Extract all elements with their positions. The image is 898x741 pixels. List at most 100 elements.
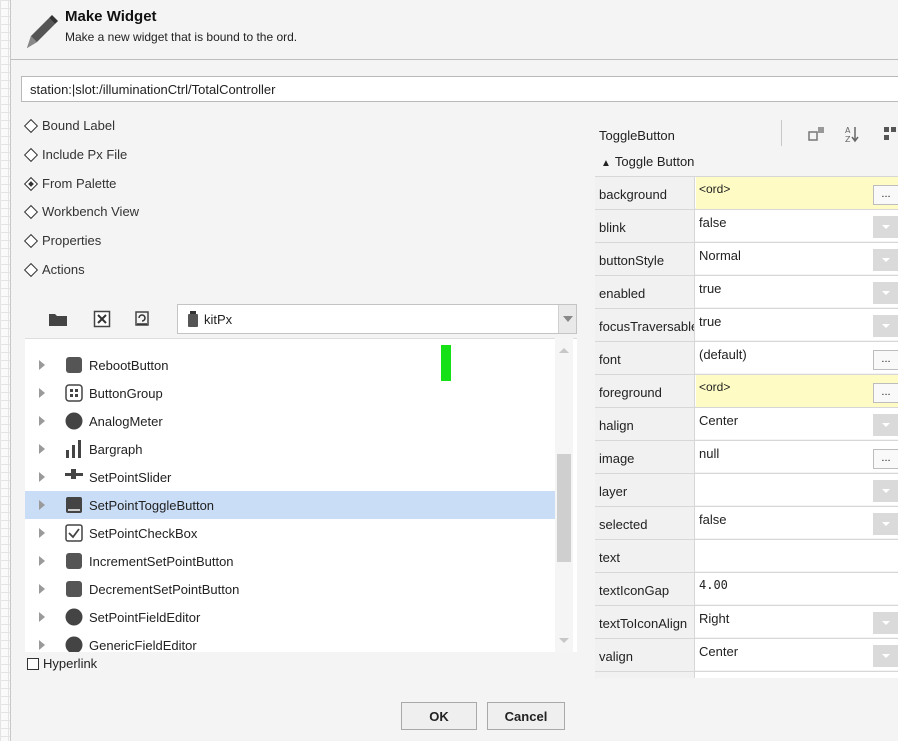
option-from-palette[interactable]: From Palette bbox=[23, 176, 116, 196]
ellipsis-button[interactable]: ... bbox=[873, 185, 898, 205]
cancel-button[interactable]: Cancel bbox=[487, 702, 565, 730]
tree-row-selected[interactable]: SetPointToggleButton bbox=[25, 491, 555, 519]
option-label: Properties bbox=[42, 233, 102, 248]
property-value[interactable]: null... bbox=[696, 441, 898, 473]
ok-button[interactable]: OK bbox=[401, 702, 477, 730]
property-value[interactable]: Center bbox=[696, 408, 898, 440]
property-value[interactable]: true bbox=[696, 276, 898, 308]
option-actions[interactable]: Actions bbox=[23, 262, 85, 282]
property-row-image: image null... bbox=[595, 440, 898, 473]
property-value[interactable]: Center bbox=[696, 639, 898, 671]
property-name: buttonStyle bbox=[595, 243, 695, 275]
property-value[interactable]: true bbox=[696, 309, 898, 341]
toggle-button-icon bbox=[65, 496, 83, 514]
close-palette-icon[interactable] bbox=[91, 308, 113, 330]
expand-arrow-icon[interactable] bbox=[39, 444, 45, 454]
chevron-down-icon[interactable] bbox=[873, 249, 898, 271]
tree-row-label: Bargraph bbox=[89, 442, 143, 457]
ellipsis-button[interactable]: ... bbox=[873, 383, 898, 403]
property-value-text: Center bbox=[699, 413, 739, 428]
chevron-down-icon[interactable] bbox=[873, 645, 898, 667]
pencil-icon bbox=[19, 10, 59, 57]
option-label: From Palette bbox=[42, 176, 117, 191]
chevron-down-icon[interactable] bbox=[873, 282, 898, 304]
tree-row[interactable]: SetPointCheckBox bbox=[25, 519, 555, 547]
tree-row[interactable]: Bargraph bbox=[25, 435, 555, 463]
tree-row[interactable]: RebootButton bbox=[25, 351, 555, 379]
option-include-px-file[interactable]: Include Px File bbox=[23, 147, 127, 167]
chevron-down-icon[interactable] bbox=[873, 612, 898, 634]
radio-diamond-icon bbox=[23, 147, 39, 163]
tree-row-label: SetPointSlider bbox=[89, 470, 172, 485]
expand-arrow-icon[interactable] bbox=[39, 612, 45, 622]
tree-row[interactable]: IncrementSetPointButton bbox=[25, 547, 555, 575]
expand-arrow-icon[interactable] bbox=[39, 556, 45, 566]
tree-row[interactable]: SetPointSlider bbox=[25, 463, 555, 491]
property-value-text: null bbox=[699, 446, 720, 461]
property-name: blink bbox=[595, 210, 695, 242]
property-value[interactable]: <ord>... bbox=[696, 375, 898, 407]
ellipsis-button[interactable]: ... bbox=[873, 449, 898, 469]
property-value[interactable]: <ord>... bbox=[696, 177, 898, 209]
property-row-blink: blink false bbox=[595, 209, 898, 242]
checkbox-icon bbox=[27, 658, 39, 670]
chevron-down-icon[interactable] bbox=[873, 414, 898, 436]
chevron-down-icon[interactable] bbox=[873, 513, 898, 535]
section-toggle-button[interactable]: ▲ Toggle Button bbox=[595, 154, 694, 176]
collapse-icon[interactable]: ▲ bbox=[601, 158, 611, 169]
ellipsis-button[interactable]: ... bbox=[873, 350, 898, 370]
property-value[interactable] bbox=[696, 474, 898, 506]
property-value[interactable]: 4.00 bbox=[696, 573, 898, 605]
property-value-text: <ord> bbox=[699, 182, 731, 196]
tree-row[interactable]: SetPointFieldEditor bbox=[25, 603, 555, 631]
chevron-down-icon[interactable] bbox=[873, 216, 898, 238]
tree-row[interactable]: AnalogMeter bbox=[25, 407, 555, 435]
option-bound-label[interactable]: Bound Label bbox=[23, 118, 115, 138]
property-value[interactable]: true bbox=[696, 672, 898, 678]
property-value[interactable]: false bbox=[696, 507, 898, 539]
radio-diamond-icon bbox=[23, 233, 39, 249]
expand-arrow-icon[interactable] bbox=[39, 640, 45, 650]
sort-az-icon[interactable]: AZ bbox=[843, 124, 861, 147]
scroll-up-icon[interactable] bbox=[559, 348, 569, 353]
group-icon[interactable] bbox=[881, 124, 898, 147]
refresh-icon[interactable] bbox=[131, 308, 153, 330]
expand-arrow-icon[interactable] bbox=[39, 528, 45, 538]
tree-scrollbar[interactable] bbox=[555, 338, 573, 652]
property-value[interactable]: Right bbox=[696, 606, 898, 638]
ord-input[interactable] bbox=[21, 76, 898, 102]
tree-row[interactable]: ButtonGroup bbox=[25, 379, 555, 407]
chevron-down-icon[interactable] bbox=[558, 305, 576, 333]
radio-diamond-icon bbox=[23, 262, 39, 278]
option-properties[interactable]: Properties bbox=[23, 233, 101, 253]
expand-arrow-icon[interactable] bbox=[39, 584, 45, 594]
scrollbar-thumb[interactable] bbox=[557, 454, 571, 562]
expand-arrow-icon[interactable] bbox=[39, 500, 45, 510]
property-value[interactable]: Normal bbox=[696, 243, 898, 275]
expand-arrow-icon[interactable] bbox=[39, 388, 45, 398]
palette-select[interactable]: kitPx bbox=[177, 304, 577, 334]
property-value-text: Normal bbox=[699, 248, 741, 263]
property-value[interactable]: (default)... bbox=[696, 342, 898, 374]
button-icon bbox=[65, 580, 83, 598]
hyperlink-checkbox[interactable]: Hyperlink bbox=[27, 656, 97, 671]
property-value[interactable]: false bbox=[696, 210, 898, 242]
property-name: visible bbox=[595, 672, 695, 678]
property-value-text: <ord> bbox=[699, 380, 731, 394]
property-value[interactable] bbox=[696, 540, 898, 572]
add-slot-icon[interactable] bbox=[807, 124, 827, 147]
expand-arrow-icon[interactable] bbox=[39, 360, 45, 370]
tree-row[interactable]: GenericFieldEditor bbox=[25, 631, 555, 652]
expand-arrow-icon[interactable] bbox=[39, 472, 45, 482]
property-sheet: ToggleButton AZ ▲ Toggle Button backgroun… bbox=[595, 118, 898, 678]
expand-arrow-icon[interactable] bbox=[39, 416, 45, 426]
chevron-down-icon[interactable] bbox=[873, 480, 898, 502]
property-row-enabled: enabled true bbox=[595, 275, 898, 308]
folder-icon[interactable] bbox=[47, 308, 69, 330]
tree-row[interactable]: DecrementSetPointButton bbox=[25, 575, 555, 603]
scroll-down-icon[interactable] bbox=[559, 638, 569, 643]
chevron-down-icon[interactable] bbox=[873, 315, 898, 337]
button-icon bbox=[65, 552, 83, 570]
option-workbench-view[interactable]: Workbench View bbox=[23, 204, 139, 224]
property-name: font bbox=[595, 342, 695, 374]
